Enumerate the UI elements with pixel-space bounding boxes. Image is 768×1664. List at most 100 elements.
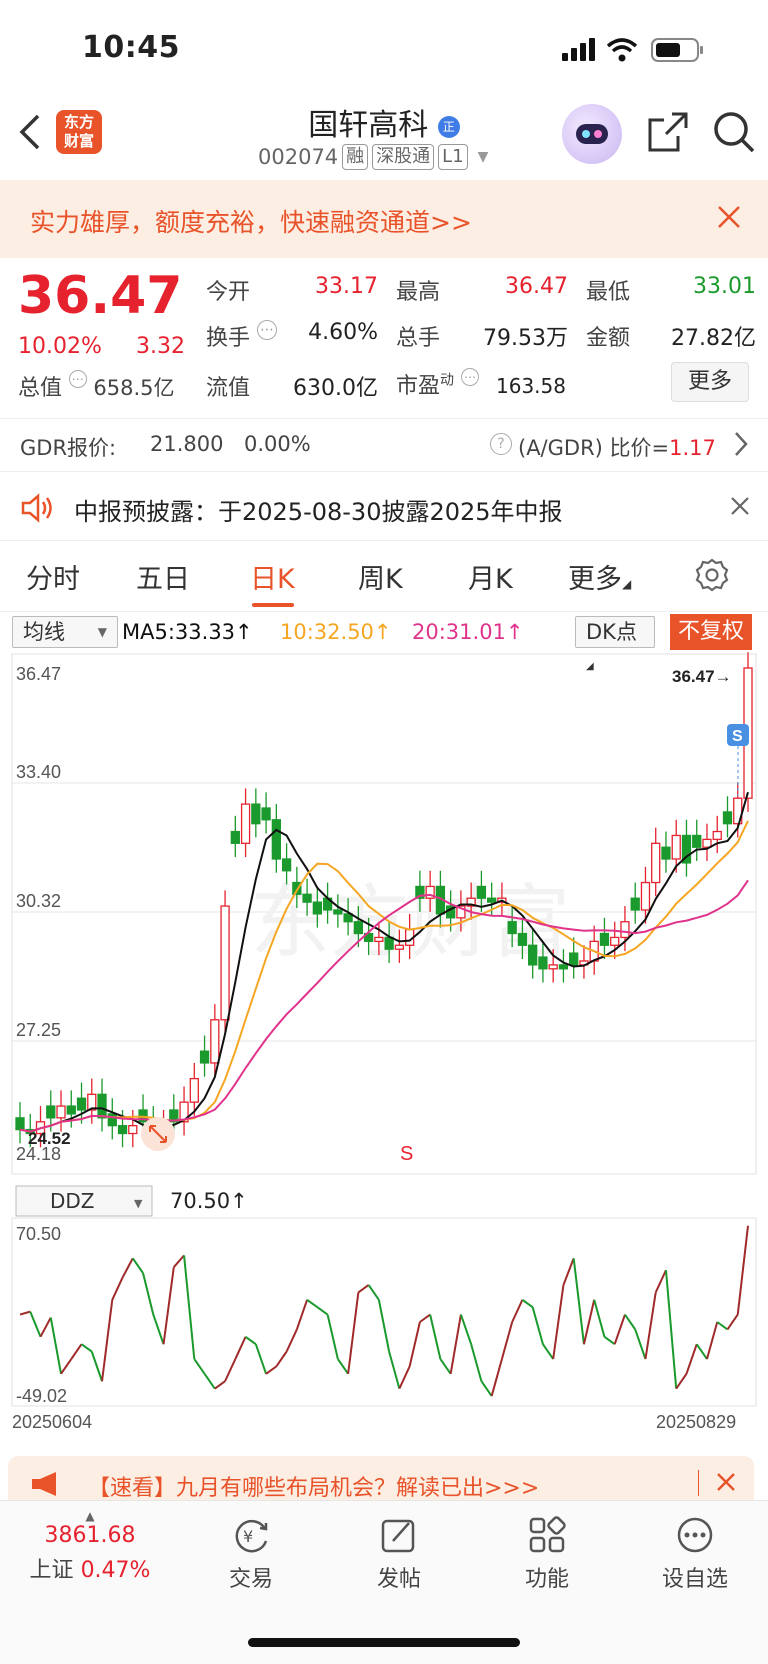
promo-banner[interactable]: 实力雄厚，额度充裕，快速融资通道>> <box>0 180 768 258</box>
ma20-line <box>19 879 749 1133</box>
open-label: 今开 <box>206 280 251 305</box>
ma-selector[interactable]: 均线 ▼ <box>12 616 118 648</box>
function-tab[interactable]: 功能 <box>492 1515 602 1593</box>
stock-header: 东方 财富 国轩高科 正 002074 融 深股通 L1 ▼ <box>0 96 768 180</box>
ddz-segment <box>593 1299 606 1338</box>
ddz-segment <box>675 1373 688 1390</box>
add-watchlist-tab[interactable]: 设自选 <box>640 1515 750 1593</box>
ddz-segment <box>634 1329 647 1360</box>
help-icon[interactable]: ? <box>490 433 512 455</box>
settings-gear-icon[interactable] <box>694 557 730 597</box>
ddz-segment <box>552 1284 565 1360</box>
assistant-avatar-icon[interactable] <box>562 104 622 164</box>
ddz-segment <box>706 1321 719 1360</box>
ddz-segment <box>326 1314 339 1360</box>
index-widget[interactable]: ▲ 3861.68 上证 0.47% <box>20 1509 160 1584</box>
ddz-segment <box>142 1272 155 1315</box>
ddz-segment <box>542 1343 555 1360</box>
ddz-segment <box>449 1314 462 1375</box>
amount-label: 金额 <box>586 326 631 351</box>
close-icon[interactable] <box>716 204 742 234</box>
disclosure-notice[interactable]: 中报预披露：于2025-08-30披露2025年中报 <box>0 480 768 536</box>
info-icon[interactable]: ⋯ <box>257 320 278 340</box>
bottom-promo-text[interactable]: 【速看】九月有哪些布局机会？解读已出>>> <box>88 1470 539 1502</box>
tab-monthly-k[interactable]: 月K <box>468 557 513 596</box>
candle-body <box>374 936 384 943</box>
candle-body <box>97 1093 107 1119</box>
more-button[interactable]: 更多 <box>671 362 749 402</box>
tab-daily-k[interactable]: 日K <box>250 557 295 596</box>
ddz-segment <box>654 1269 667 1293</box>
kline-chart[interactable]: 东方财富 36.47 33.40 30.32 27.25 24.18 36.47… <box>0 650 768 1480</box>
gdr-row[interactable]: GDR报价: 21.800 0.00% ? (A/GDR) 比价=1.17 <box>0 418 768 472</box>
close-icon[interactable] <box>730 496 750 520</box>
tab-weekly-k[interactable]: 周K <box>358 557 403 596</box>
ddz-segment <box>131 1257 144 1274</box>
ma10-value: 10:32.50↑ <box>280 620 392 644</box>
quote-panel: 36.47 10.02% 3.32 今开 33.17 最高 36.47 最低 3… <box>0 258 768 413</box>
indicator-frame <box>11 1217 757 1407</box>
high-value: 36.47 <box>505 274 568 299</box>
kline-chart-svg[interactable]: 东方财富 36.47 33.40 30.32 27.25 24.18 36.47… <box>0 650 768 1480</box>
volume-label: 总手 <box>396 326 441 351</box>
ddz-segment <box>439 1358 452 1375</box>
ddz-segment <box>19 1310 31 1316</box>
ma-selector-label: 均线 <box>23 620 65 644</box>
market-cap: 总值 ⋯ 658.5亿 <box>18 370 175 402</box>
low-label: 最低 <box>586 280 631 305</box>
dk-point-button[interactable]: DK点◢ <box>575 616 655 672</box>
close-icon[interactable] <box>716 1472 736 1496</box>
market-cap-value: 658.5亿 <box>93 376 175 400</box>
float-cap-value: 630.0亿 <box>293 376 378 401</box>
search-icon[interactable] <box>712 110 756 158</box>
ddz-segment <box>521 1298 534 1309</box>
ddz-segment <box>357 1284 370 1294</box>
post-tab[interactable]: 发帖 <box>344 1515 454 1593</box>
trade-tab-label: 交易 <box>228 1567 273 1592</box>
svg-text:¥: ¥ <box>243 1527 253 1546</box>
index-name: 上证 <box>29 1558 74 1583</box>
share-icon[interactable] <box>646 110 690 158</box>
pe-value: 163.58 <box>496 374 566 398</box>
stock-subline: 002074 融 深股通 L1 ▼ <box>258 144 488 170</box>
candle-body <box>271 819 281 860</box>
candle-body <box>302 893 312 903</box>
candle-body <box>384 936 394 950</box>
home-indicator <box>248 1638 520 1647</box>
trade-tab[interactable]: ¥ 交易 <box>196 1515 306 1593</box>
candle-body <box>476 885 487 899</box>
turnover-value: 4.60% <box>308 320 378 345</box>
candle-body <box>692 834 702 848</box>
candle-body <box>702 838 712 848</box>
ddz-segment <box>254 1343 268 1375</box>
no-adjust-button[interactable]: 不复权 <box>670 614 752 650</box>
chevron-right-icon[interactable] <box>734 431 748 461</box>
info-icon[interactable]: ⋯ <box>461 368 480 386</box>
speaker-icon <box>20 492 56 528</box>
tab-intraday[interactable]: 分时 <box>26 557 80 596</box>
tab-more-label: 更多 <box>568 564 622 595</box>
tag-level: L1 <box>438 144 468 170</box>
tab-five-day[interactable]: 五日 <box>136 557 190 596</box>
gdr-pct: 0.00% <box>244 432 311 456</box>
ddz-segment <box>70 1343 83 1360</box>
change-pct: 10.02% <box>18 334 102 359</box>
candle-body <box>517 932 528 946</box>
ddz-segment <box>531 1306 544 1345</box>
ddz-segment <box>429 1314 442 1360</box>
divider <box>698 1470 699 1496</box>
ddz-segment <box>377 1299 391 1352</box>
ddz-segment <box>613 1314 626 1345</box>
candle-body <box>210 1019 220 1064</box>
notice-text[interactable]: 中报预披露：于2025-08-30披露2025年中报 <box>74 492 563 527</box>
promo-banner-text[interactable]: 实力雄厚，额度充裕，快速融资通道>> <box>30 203 472 239</box>
info-icon[interactable]: ⋯ <box>68 370 87 388</box>
dropdown-icon[interactable]: ▼ <box>478 149 489 165</box>
candle-body <box>528 944 538 966</box>
ddz-segment <box>101 1299 114 1382</box>
chevron-down-icon: ▼ <box>134 1197 143 1210</box>
x-start-label: 20250604 <box>12 1412 92 1432</box>
ddz-segment <box>80 1343 93 1353</box>
tab-more[interactable]: 更多◢ <box>568 557 631 596</box>
ddz-segment <box>39 1317 52 1338</box>
